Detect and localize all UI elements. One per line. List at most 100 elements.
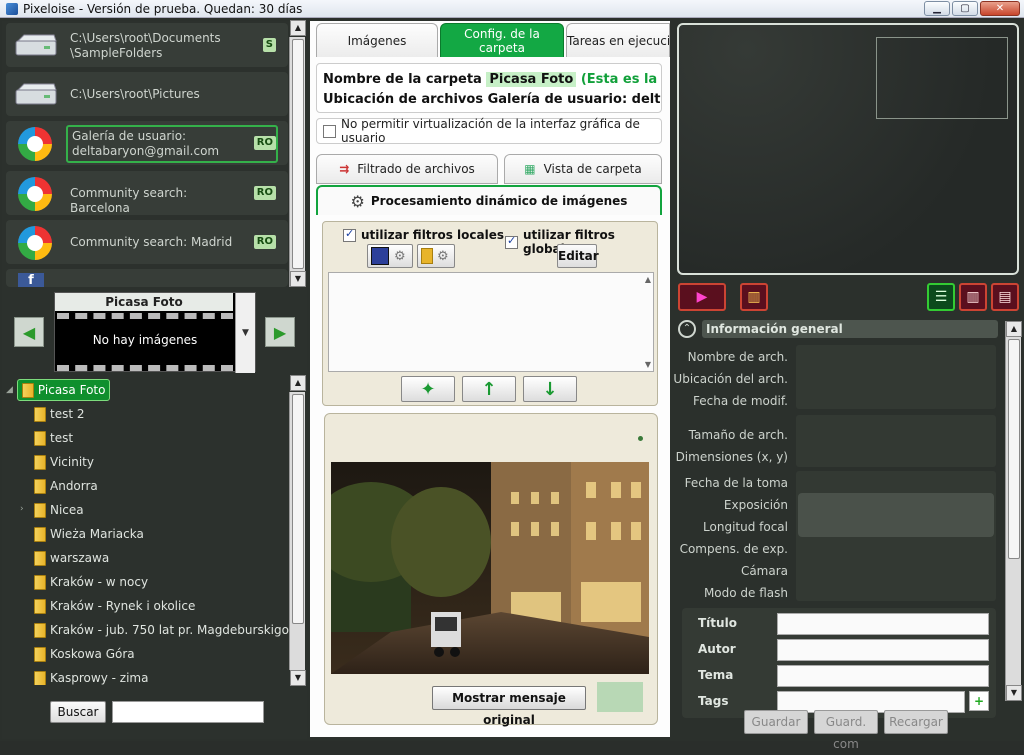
tree-item[interactable]: Kraków - Rynek i okolice — [34, 595, 195, 617]
next-folder-button[interactable]: ▶ — [265, 317, 295, 347]
detail-icon: ▤ — [998, 289, 1012, 305]
collapse-icon[interactable]: ⌃ — [678, 320, 696, 338]
move-up-button[interactable]: ↑ — [462, 376, 516, 402]
tab-dynamic-processing[interactable]: ⚙ Procesamiento dinámico de imágenes — [316, 185, 662, 215]
local-filters-checkbox[interactable] — [343, 227, 356, 242]
save-button[interactable]: Guardar — [744, 710, 808, 734]
scroll-up-arrow[interactable]: ▲ — [645, 275, 651, 284]
folder-icon — [34, 454, 46, 470]
tab-dynamic-processing-label: Procesamiento dinámico de imágenes — [370, 194, 628, 208]
minimize-button[interactable]: ▁ — [924, 1, 950, 16]
scroll-down-arrow[interactable]: ▼ — [1006, 685, 1022, 701]
close-button[interactable]: ✕ — [980, 1, 1020, 16]
scroll-up-arrow[interactable]: ▲ — [290, 20, 306, 36]
source-list-scrollbar[interactable]: ▲ ▼ — [289, 20, 306, 287]
tree-item-label: Koskowa Góra — [50, 647, 135, 661]
show-original-button[interactable]: Mostrar mensaje original — [432, 686, 586, 727]
tree-item[interactable]: Andorra — [34, 475, 98, 497]
move-down-button[interactable]: ↓ — [523, 376, 577, 402]
zoom-frame[interactable] — [876, 37, 1008, 119]
info-scrollbar[interactable]: ▲ ▼ — [1005, 321, 1022, 701]
save-settings-button[interactable]: ⚙ — [367, 244, 413, 268]
filmstrip[interactable]: Picasa Foto No hay imágenes ▼ — [54, 292, 256, 373]
tree-root-label[interactable]: Picasa Foto — [16, 379, 111, 401]
maximize-button[interactable]: ▢ — [952, 1, 978, 16]
slideshow-button[interactable]: ▶ — [678, 283, 726, 311]
source-item[interactable]: Galería de usuario: deltabaryon@gmail.co… — [6, 121, 288, 165]
detail-view-button[interactable]: ▤ — [991, 283, 1019, 311]
source-item[interactable]: C:\Users\root\Pictures — [6, 72, 288, 116]
tab-images[interactable]: Imágenes — [316, 23, 438, 57]
tab-folder-view[interactable]: ▦ Vista de carpeta — [504, 154, 662, 184]
info-header[interactable]: ⌃ Información general — [676, 319, 998, 339]
add-filter-button[interactable]: ✦ — [401, 376, 455, 402]
scroll-down-arrow[interactable]: ▼ — [290, 271, 306, 287]
source-item[interactable]: Community search: Madrid RO — [6, 220, 288, 264]
tab-file-filtering[interactable]: ⇉ Filtrado de archivos — [316, 154, 498, 184]
scroll-thumb[interactable] — [1008, 339, 1020, 559]
expand-arrow-icon[interactable]: ◢ — [6, 385, 13, 395]
scroll-up-arrow[interactable]: ▲ — [290, 375, 306, 391]
columns-icon: ▥ — [966, 289, 980, 305]
tree-item-label: Vicinity — [50, 455, 94, 469]
scroll-up-arrow[interactable]: ▲ — [1006, 321, 1022, 337]
scroll-down-arrow[interactable]: ▼ — [290, 670, 306, 686]
list-view-button[interactable]: ☰ — [927, 283, 955, 311]
tree-scrollbar[interactable]: ▲ ▼ — [289, 375, 306, 686]
expand-arrow-icon[interactable]: › — [20, 504, 24, 514]
edit-button[interactable]: Editar — [557, 244, 599, 268]
floppy-icon — [371, 247, 389, 265]
tree-item[interactable]: test 2 — [34, 403, 85, 425]
title-bar: Pixeloise - Versión de prueba. Quedan: 3… — [0, 0, 1024, 18]
tree-item[interactable]: Kraków - jub. 750 lat pr. Magdeburskigo — [34, 619, 289, 641]
histogram-button[interactable]: ▥ — [740, 283, 768, 311]
add-tag-button[interactable]: + — [969, 691, 989, 711]
scroll-thumb[interactable] — [292, 394, 304, 624]
tree-item[interactable]: Vicinity — [34, 451, 94, 473]
metadata-input[interactable] — [777, 613, 989, 635]
reload-button[interactable]: Recargar — [884, 710, 948, 734]
source-item[interactable]: C:\Users\root\Documents \SampleFolders S — [6, 23, 288, 67]
tree-root[interactable]: ◢ Picasa Foto — [6, 379, 111, 401]
save-as-button[interactable]: Guard. com — [814, 710, 878, 751]
filter-list[interactable]: ▲ ▼ — [328, 272, 654, 372]
scroll-thumb[interactable] — [292, 39, 304, 269]
tree-item[interactable]: › Nicea — [20, 499, 84, 521]
load-settings-button[interactable]: ⚙ — [417, 244, 455, 268]
metadata-input[interactable] — [777, 639, 989, 661]
global-filters-checkbox[interactable] — [505, 234, 518, 249]
tree-item[interactable]: Koskowa Góra — [34, 643, 135, 665]
folder-icon — [34, 574, 46, 590]
tree-item[interactable]: Kraków - w nocy — [34, 571, 148, 593]
prev-folder-button[interactable]: ◀ — [14, 317, 44, 347]
metadata-editor: Título Autor Tema Tags + — [682, 608, 996, 718]
bar-chart-icon: ▥ — [747, 289, 761, 305]
search-input[interactable] — [112, 701, 264, 723]
tree-item[interactable]: warszawa — [34, 547, 109, 569]
search-button[interactable]: Buscar — [50, 701, 106, 723]
metadata-label: Autor — [698, 642, 736, 656]
image-viewer[interactable] — [677, 23, 1019, 275]
filmstrip-dropdown[interactable]: ▼ — [235, 293, 255, 373]
folder-icon — [34, 502, 46, 518]
source-item[interactable]: Community search: Barcelona RO — [6, 171, 288, 215]
drive-icon — [14, 33, 58, 57]
columns-view-button[interactable]: ▥ — [959, 283, 987, 311]
tab-file-filtering-label: Filtrado de archivos — [357, 162, 475, 176]
tab-folder-config[interactable]: Config. de la carpeta — [440, 23, 564, 57]
color-swatch[interactable] — [597, 682, 643, 712]
no-virtualize-option[interactable]: No permitir virtualización de la interfa… — [316, 117, 662, 145]
tab-running-tasks[interactable]: Tareas en ejecució — [566, 23, 670, 57]
metadata-input[interactable] — [777, 665, 989, 687]
no-virtualize-checkbox[interactable] — [323, 124, 336, 138]
folder-icon — [34, 622, 46, 638]
tree-item[interactable]: Kasprowy - zima — [34, 667, 148, 685]
source-item[interactable]: f — [6, 269, 288, 288]
local-filters-option[interactable]: utilizar filtros locales — [343, 227, 504, 242]
folder-icon — [34, 478, 46, 494]
tree-item[interactable]: test — [34, 427, 73, 449]
scroll-down-arrow[interactable]: ▼ — [645, 360, 651, 369]
right-panel: ▶ ▥ ☰ ▥ ▤ ⌃ Información general Nombre d… — [673, 21, 1024, 751]
tree-item-label: Kasprowy - zima — [50, 671, 149, 685]
tree-item[interactable]: Wieża Mariacka — [34, 523, 144, 545]
